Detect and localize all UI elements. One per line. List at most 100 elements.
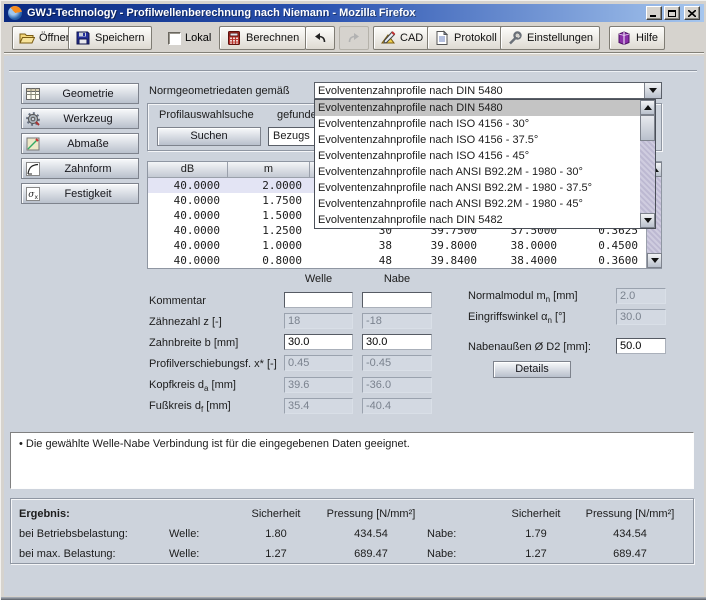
toolbar-separator — [4, 52, 704, 54]
undo-button[interactable] — [305, 26, 335, 50]
combo-dropdown-button[interactable] — [644, 83, 661, 98]
message-box: • Die gewählte Welle-Nabe Verbindung ist… — [10, 432, 694, 489]
nabe-label: Nabe: — [427, 524, 497, 544]
results-panel: Ergebnis: Sicherheit Pressung [N/mm²] Si… — [10, 498, 694, 564]
welle-label: Welle: — [169, 524, 237, 544]
profile-search-label: Profilauswahlsuche — [159, 109, 254, 121]
sicherheit-header: Sicherheit — [497, 504, 575, 524]
local-checkbox[interactable] — [168, 32, 181, 45]
eingriffswinkel-field — [616, 309, 666, 325]
undo-icon — [312, 30, 328, 46]
dropdown-option[interactable]: Evolventenzahnprofile nach DIN 5480 — [315, 100, 640, 116]
kopfkreis-label: Kopfkreis da [mm] — [149, 379, 236, 393]
dropdown-option[interactable]: Evolventenzahnprofile nach ANSI B92.2M -… — [315, 180, 640, 196]
application-panel: Geometrie Werkzeug Abmaße Zahnform σx Fe… — [4, 56, 704, 596]
profilverschiebung-nabe-field — [362, 355, 432, 371]
protocol-button[interactable]: Protokoll — [427, 26, 504, 50]
profilverschiebung-label: Profilverschiebungsf. x* [-] — [149, 358, 277, 370]
welle-pressung-value: 434.54 — [315, 524, 427, 544]
table-row[interactable]: 40.00000.80004839.840038.40000.3600 — [148, 253, 661, 268]
zahnbreite-nabe-input[interactable] — [362, 334, 432, 350]
nabe-column-header: Nabe — [362, 273, 432, 285]
zahnbreite-label: Zahnbreite b [mm] — [149, 337, 238, 349]
fusskreis-nabe-field — [362, 398, 432, 414]
welle-column-header: Welle — [284, 273, 353, 285]
local-checkbox-group: Lokal — [168, 26, 211, 50]
wrench-icon — [507, 30, 523, 46]
dropdown-option[interactable]: Evolventenzahnprofile nach ISO 4156 - 45… — [315, 148, 640, 164]
nabe-sicherheit-value: 1.79 — [497, 524, 575, 544]
profilverschiebung-welle-field — [284, 355, 353, 371]
scrollbar-thumb[interactable] — [640, 115, 655, 141]
nabenaussen-label: Nabenaußen Ø D2 [mm]: — [468, 341, 591, 353]
column-header-m[interactable]: m — [228, 162, 310, 178]
window-title: GWJ-Technology - Profilwellenberechnung … — [27, 7, 646, 19]
maximize-button[interactable] — [664, 6, 680, 20]
zahnbreite-welle-input[interactable] — [284, 334, 353, 350]
found-label: gefunde — [277, 109, 317, 121]
norm-label: Normgeometriedaten gemäß — [149, 85, 290, 97]
local-checkbox-label: Lokal — [185, 32, 211, 44]
column-header-db[interactable]: dB — [148, 162, 228, 178]
kommentar-nabe-input[interactable] — [362, 292, 432, 308]
gear-tool-icon — [25, 111, 41, 127]
redo-icon — [346, 30, 362, 46]
dropdown-option[interactable]: Evolventenzahnprofile nach ANSI B92.2M -… — [315, 164, 640, 180]
svg-text:x: x — [35, 194, 39, 201]
normalmodul-field — [616, 288, 666, 304]
norm-combobox[interactable]: Evolventenzahnprofile nach DIN 5480 — [314, 82, 662, 99]
nabe-sicherheit-value: 1.27 — [497, 544, 575, 564]
sidebar-item-festigkeit[interactable]: σx Festigkeit — [21, 183, 139, 204]
help-button[interactable]: Hilfe — [609, 26, 665, 50]
table-row[interactable]: 40.00001.00003839.800038.00000.4500 — [148, 238, 661, 253]
dropdown-option[interactable]: Evolventenzahnprofile nach DIN 5482 — [315, 212, 640, 228]
kommentar-label: Kommentar — [149, 295, 206, 307]
sidebar-item-zahnform[interactable]: Zahnform — [21, 158, 139, 179]
sidebar-item-abmasse[interactable]: Abmaße — [21, 133, 139, 154]
dropdown-scrollbar[interactable] — [640, 100, 655, 228]
zaehnezahl-welle-field — [284, 313, 353, 329]
document-icon — [434, 30, 450, 46]
status-message: • Die gewählte Welle-Nabe Verbindung ist… — [19, 438, 410, 450]
normalmodul-label: Normalmodul mn [mm] — [468, 290, 578, 304]
fusskreis-welle-field — [284, 398, 353, 414]
norm-dropdown-list: Evolventenzahnprofile nach DIN 5480 Evol… — [314, 99, 656, 229]
scroll-up-icon[interactable] — [640, 100, 655, 115]
firefox-window: GWJ-Technology - Profilwellenberechnung … — [0, 0, 706, 600]
open-folder-icon — [19, 30, 35, 46]
scroll-down-icon[interactable] — [647, 253, 662, 268]
search-button[interactable]: Suchen — [157, 127, 261, 146]
close-button[interactable] — [684, 6, 700, 20]
norm-combobox-value: Evolventenzahnprofile nach DIN 5480 — [315, 85, 644, 97]
chevron-down-icon — [649, 88, 657, 93]
nabe-pressung-value: 689.47 — [575, 544, 685, 564]
save-button[interactable]: Speichern — [68, 26, 152, 50]
nabe-pressung-value: 434.54 — [575, 524, 685, 544]
zaehnezahl-nabe-field — [362, 313, 432, 329]
redo-button[interactable] — [339, 26, 369, 50]
tolerance-note-icon — [25, 136, 41, 152]
settings-button[interactable]: Einstellungen — [500, 26, 600, 50]
sidebar-item-geometrie[interactable]: Geometrie — [21, 83, 139, 104]
scroll-down-icon[interactable] — [640, 213, 655, 228]
kopfkreis-nabe-field — [362, 377, 432, 393]
welle-pressung-value: 689.47 — [315, 544, 427, 564]
floppy-disk-icon — [75, 30, 91, 46]
top-divider — [9, 70, 697, 72]
minimize-button[interactable] — [646, 6, 662, 20]
kommentar-welle-input[interactable] — [284, 292, 353, 308]
dropdown-option[interactable]: Evolventenzahnprofile nach ISO 4156 - 37… — [315, 132, 640, 148]
titlebar: GWJ-Technology - Profilwellenberechnung … — [4, 4, 704, 22]
fusskreis-label: Fußkreis df [mm] — [149, 400, 231, 414]
dropdown-option[interactable]: Evolventenzahnprofile nach ANSI B92.2M -… — [315, 196, 640, 212]
calculator-icon — [226, 30, 242, 46]
cad-button[interactable]: CAD — [373, 26, 430, 50]
dropdown-option[interactable]: Evolventenzahnprofile nach ISO 4156 - 30… — [315, 116, 640, 132]
nabenaussen-input[interactable] — [616, 338, 666, 354]
sicherheit-header: Sicherheit — [237, 504, 315, 524]
calculate-button[interactable]: Berechnen — [219, 26, 306, 50]
details-button[interactable]: Details — [493, 361, 571, 378]
sidebar-item-werkzeug[interactable]: Werkzeug — [21, 108, 139, 129]
tooth-profile-icon — [25, 161, 41, 177]
eingriffswinkel-label: Eingriffswinkel αn [°] — [468, 311, 566, 325]
